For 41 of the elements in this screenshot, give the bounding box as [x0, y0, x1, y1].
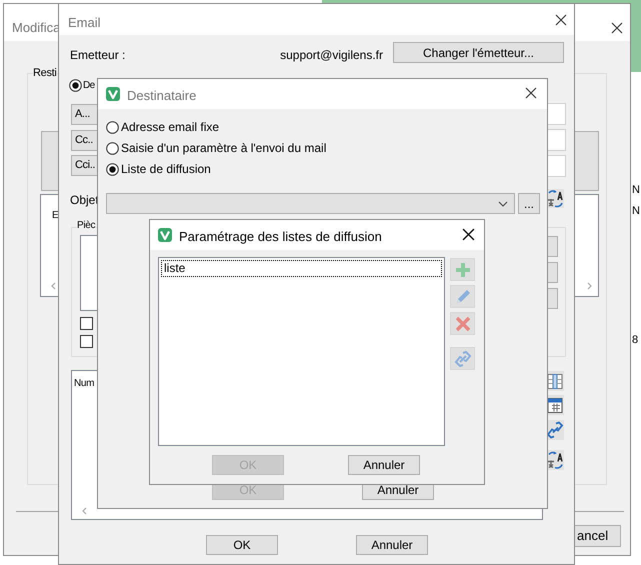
scroll-left-icon[interactable] [81, 507, 87, 515]
list-item[interactable]: liste [161, 260, 442, 277]
radio-label: Adresse email fixe [121, 119, 220, 136]
close-icon[interactable] [555, 14, 567, 26]
cancel-button[interactable]: Annuler [356, 535, 428, 555]
scroll-right-icon[interactable] [587, 282, 593, 290]
radio-button[interactable] [106, 120, 119, 134]
sender-address: support@vigilens.fr [279, 47, 383, 64]
close-icon[interactable] [462, 228, 475, 241]
more-button[interactable]: ... [518, 193, 540, 214]
list-text: E [52, 209, 59, 222]
ok-button[interactable]: OK [206, 535, 278, 555]
cancel-button[interactable]: Annuler [348, 455, 420, 475]
delete-icon [454, 314, 472, 332]
scroll-left-icon[interactable] [50, 282, 56, 290]
radio-label: Saisie d'un paramètre à l'envoi du mail [121, 140, 326, 157]
close-icon[interactable] [525, 87, 537, 99]
logo-icon [106, 87, 120, 101]
sender-label: Emetteur : [70, 47, 126, 64]
checkbox[interactable] [80, 317, 93, 330]
close-icon[interactable] [611, 22, 623, 34]
radio-label: Liste de diffusion [121, 161, 211, 178]
cancel-button[interactable]: ancel [574, 525, 621, 547]
column-header: Num [74, 377, 94, 391]
edge-text: 8 [632, 333, 638, 347]
window-title: Email [68, 14, 101, 32]
radio-button[interactable] [69, 79, 82, 92]
chevron-down-icon [498, 201, 508, 207]
radio-button[interactable] [106, 162, 119, 176]
radio-button[interactable] [106, 142, 119, 154]
checkbox[interactable] [80, 335, 93, 348]
radio-label: De [83, 79, 95, 93]
dropdown-field[interactable] [106, 193, 515, 214]
logo-icon [158, 228, 172, 242]
change-sender-button[interactable]: Changer l'émetteur... [393, 42, 564, 63]
plus-icon [454, 260, 472, 278]
edge-text: N [632, 183, 640, 197]
window-title: Paramétrage des listes de diffusion [179, 228, 382, 246]
edge-text: N [632, 204, 640, 218]
window-title: Destinataire [127, 87, 196, 105]
link-icon [454, 350, 472, 368]
